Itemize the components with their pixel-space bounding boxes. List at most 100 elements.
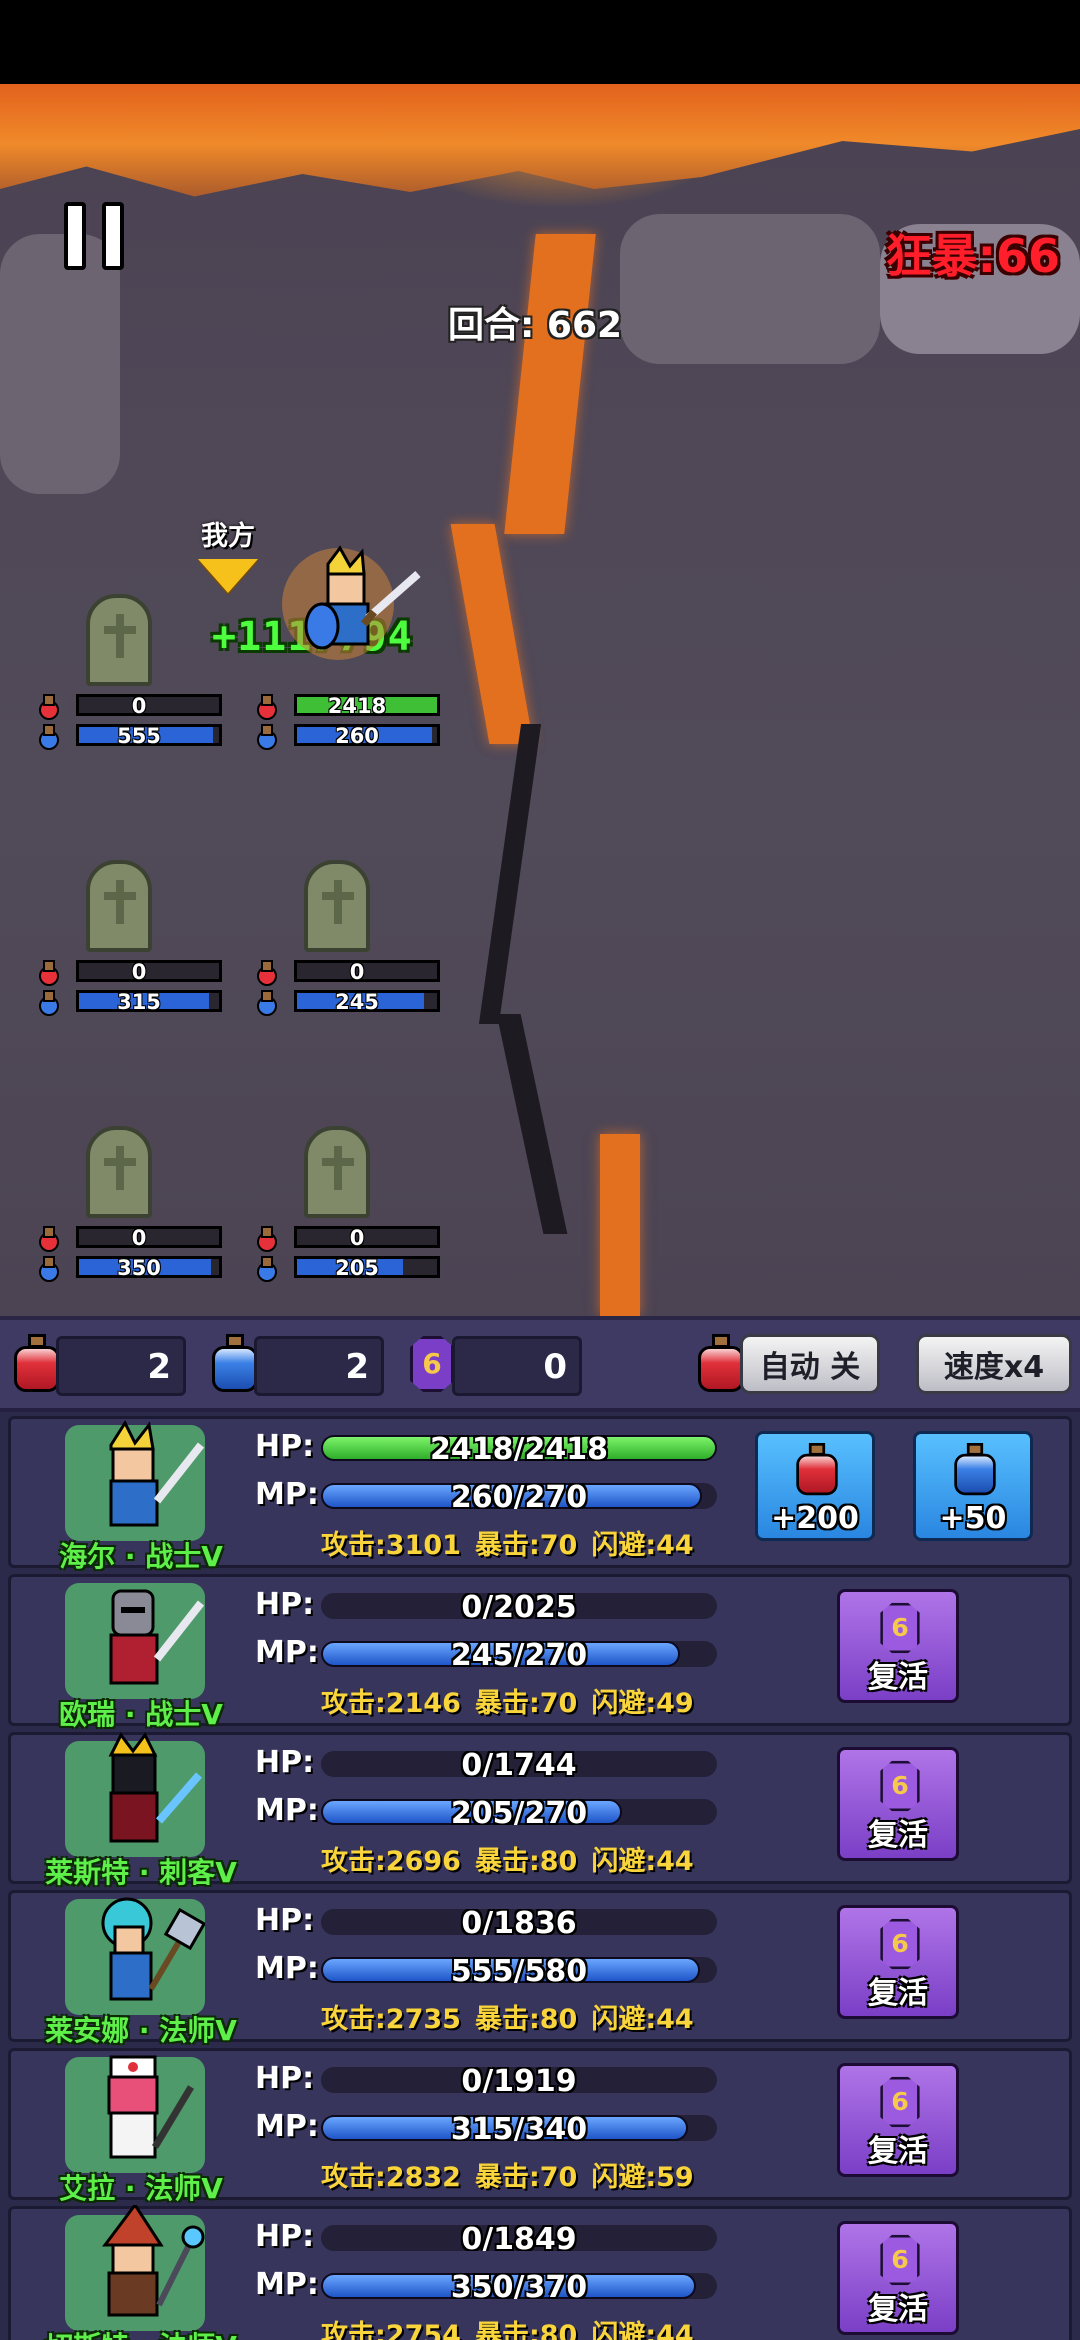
unit-mp-value: 260: [335, 724, 379, 748]
unit-hp-bar: 0: [76, 1226, 222, 1250]
hero-portrait[interactable]: [65, 1897, 205, 2015]
revive-gem-icon: [880, 1602, 920, 1654]
crit-stat: 暴击:80: [474, 2004, 578, 2035]
lava-river: [450, 524, 534, 744]
status-bar: [0, 0, 1080, 84]
unit-mp-value: 245: [335, 990, 379, 1014]
knight-portrait-icon: [109, 1589, 205, 1685]
mp-potion-icon: [254, 990, 277, 1016]
hp-label: HP:: [255, 1903, 315, 1938]
hero-name: 海尔 · 战士Ⅴ: [59, 1540, 223, 1573]
hero-row: 切斯特 · 法师Ⅴ HP: 0/1849 MP: 350/370 攻击:2754…: [8, 2205, 1072, 2340]
mp-potion-icon: [254, 724, 277, 750]
lava-river: [504, 234, 596, 534]
hp-label: HP:: [255, 2061, 315, 2096]
attack-stat: 攻击:2735: [321, 2004, 461, 2035]
auto-potion-icon: [696, 1334, 746, 1398]
hero-hp-value: 0/1744: [461, 1751, 577, 1777]
mp-potion-count: 2: [345, 1347, 369, 1387]
revive-gem-icon: [880, 1918, 920, 1970]
pause-button[interactable]: [64, 202, 128, 270]
revive-gem-icon: [880, 1760, 920, 1812]
hero-mp-value: 315/340: [450, 2115, 588, 2141]
revive-button[interactable]: 复活: [837, 1905, 959, 2019]
hero-attributes: 攻击:2696 暴击:80 闪避:44: [321, 1839, 708, 1878]
unit-hp-value: 2418: [327, 694, 387, 718]
hero-portrait[interactable]: [65, 2055, 205, 2173]
hero-hp-bar: 0/1836: [321, 1909, 717, 1935]
hp-potion-icon: [12, 1334, 62, 1398]
hero-row: 艾拉 · 法师Ⅴ HP: 0/1919 MP: 315/340 攻击:2832 暴…: [8, 2048, 1072, 2205]
revive-label: 复活: [868, 1976, 928, 2011]
tombstone-icon: [86, 860, 152, 952]
unit-hp-value: 0: [131, 694, 147, 718]
mp-potion-icon: [36, 1256, 59, 1282]
hp-potion-icon: [36, 1226, 59, 1252]
mp-potion-amount: +50: [939, 1501, 1007, 1536]
unit-mp-value: 205: [335, 1256, 379, 1280]
rock: [620, 214, 880, 364]
use-mp-potion-button[interactable]: +50: [913, 1431, 1033, 1541]
crit-stat: 暴击:70: [474, 1530, 578, 1561]
hero-row: 莱安娜 · 法师Ⅴ HP: 0/1836 MP: 555/580 攻击:2735…: [8, 1890, 1072, 2047]
hero-hp-value: 0/1919: [461, 2067, 577, 2093]
rock: [0, 234, 120, 494]
unit-mp-value: 315: [117, 990, 161, 1014]
hero-mp-bar: 260/270: [321, 1483, 717, 1509]
mp-potion-icon: [953, 1443, 998, 1497]
hero-portrait[interactable]: [65, 2205, 205, 2331]
unit-mp-bar: 260: [294, 724, 440, 748]
unit-mp-bar: 315: [76, 990, 222, 1014]
revive-button[interactable]: 复活: [837, 2063, 959, 2177]
hero-hp-bar: 0/1849: [321, 2225, 717, 2251]
hero-name: 莱斯特 · 刺客Ⅴ: [45, 1856, 237, 1889]
hero-portrait[interactable]: [65, 1583, 205, 1699]
hero-row: 莱斯特 · 刺客Ⅴ HP: 0/1744 MP: 205/270 攻击:2696…: [8, 1732, 1072, 1889]
hero-hp-bar: 0/2025: [321, 1593, 717, 1619]
revive-gem-count: 0: [543, 1347, 567, 1387]
auto-toggle-button[interactable]: 自动 关: [740, 1334, 880, 1394]
attack-stat: 攻击:3101: [321, 1530, 461, 1561]
hero-hp-bar: 0/1744: [321, 1751, 717, 1777]
unit-hp-value: 0: [349, 960, 365, 984]
tombstone-icon: [86, 1126, 152, 1218]
hero-hp-value: 2418/2418: [430, 1435, 608, 1461]
crit-stat: 暴击:80: [474, 2320, 578, 2340]
revive-button[interactable]: 复活: [837, 1589, 959, 1703]
hero-hp-value: 0/1836: [461, 1909, 577, 1935]
hero-attributes: 攻击:3101 暴击:70 闪避:44: [321, 1523, 708, 1562]
attack-stat: 攻击:2696: [321, 1846, 461, 1877]
hero-attributes: 攻击:2754 暴击:80 闪避:44: [321, 2313, 708, 2340]
hero-portrait[interactable]: [65, 1732, 205, 1857]
revive-button[interactable]: 复活: [837, 2221, 959, 2335]
hero-mp-bar: 350/370: [321, 2273, 717, 2299]
mp-label: MP:: [255, 1477, 319, 1512]
revive-button[interactable]: 复活: [837, 1747, 959, 1861]
battlefield: 狂暴:66 回合: 662 我方 +1117794 0 555 2418 260…: [0, 84, 1080, 1316]
attack-stat: 攻击:2754: [321, 2320, 461, 2340]
unit-hp-value: 0: [349, 1226, 365, 1250]
hp-label: HP:: [255, 1587, 315, 1622]
use-hp-potion-button[interactable]: +200: [755, 1431, 875, 1541]
warrior-sprite: [282, 545, 421, 660]
unit-hp-value: 0: [131, 1226, 147, 1250]
hero-mp-value: 555/580: [450, 1957, 588, 1983]
crit-stat: 暴击:80: [474, 1846, 578, 1877]
revive-gem-slot: 0: [452, 1336, 582, 1396]
unit-hp-bar: 0: [76, 960, 222, 984]
hp-potion-icon: [254, 694, 277, 720]
hero-attributes: 攻击:2146 暴击:70 闪避:49: [321, 1681, 708, 1720]
mp-label: MP:: [255, 2267, 319, 2302]
revive-gem-icon: [880, 2234, 920, 2286]
ground-crack: [496, 1014, 568, 1234]
wizard-portrait-icon: [102, 2205, 205, 2317]
assassin-portrait-icon: [108, 1732, 203, 1843]
speed-button[interactable]: 速度x4: [916, 1334, 1072, 1394]
warrior-portrait-icon: [109, 1419, 205, 1527]
hero-hp-bar: 2418/2418: [321, 1435, 717, 1461]
unit-hp-value: 0: [131, 960, 147, 984]
attack-stat: 攻击:2146: [321, 1688, 461, 1719]
dodge-stat: 闪避:44: [591, 1846, 694, 1877]
hero-mp-bar: 245/270: [321, 1641, 717, 1667]
hero-portrait[interactable]: [65, 1419, 205, 1541]
